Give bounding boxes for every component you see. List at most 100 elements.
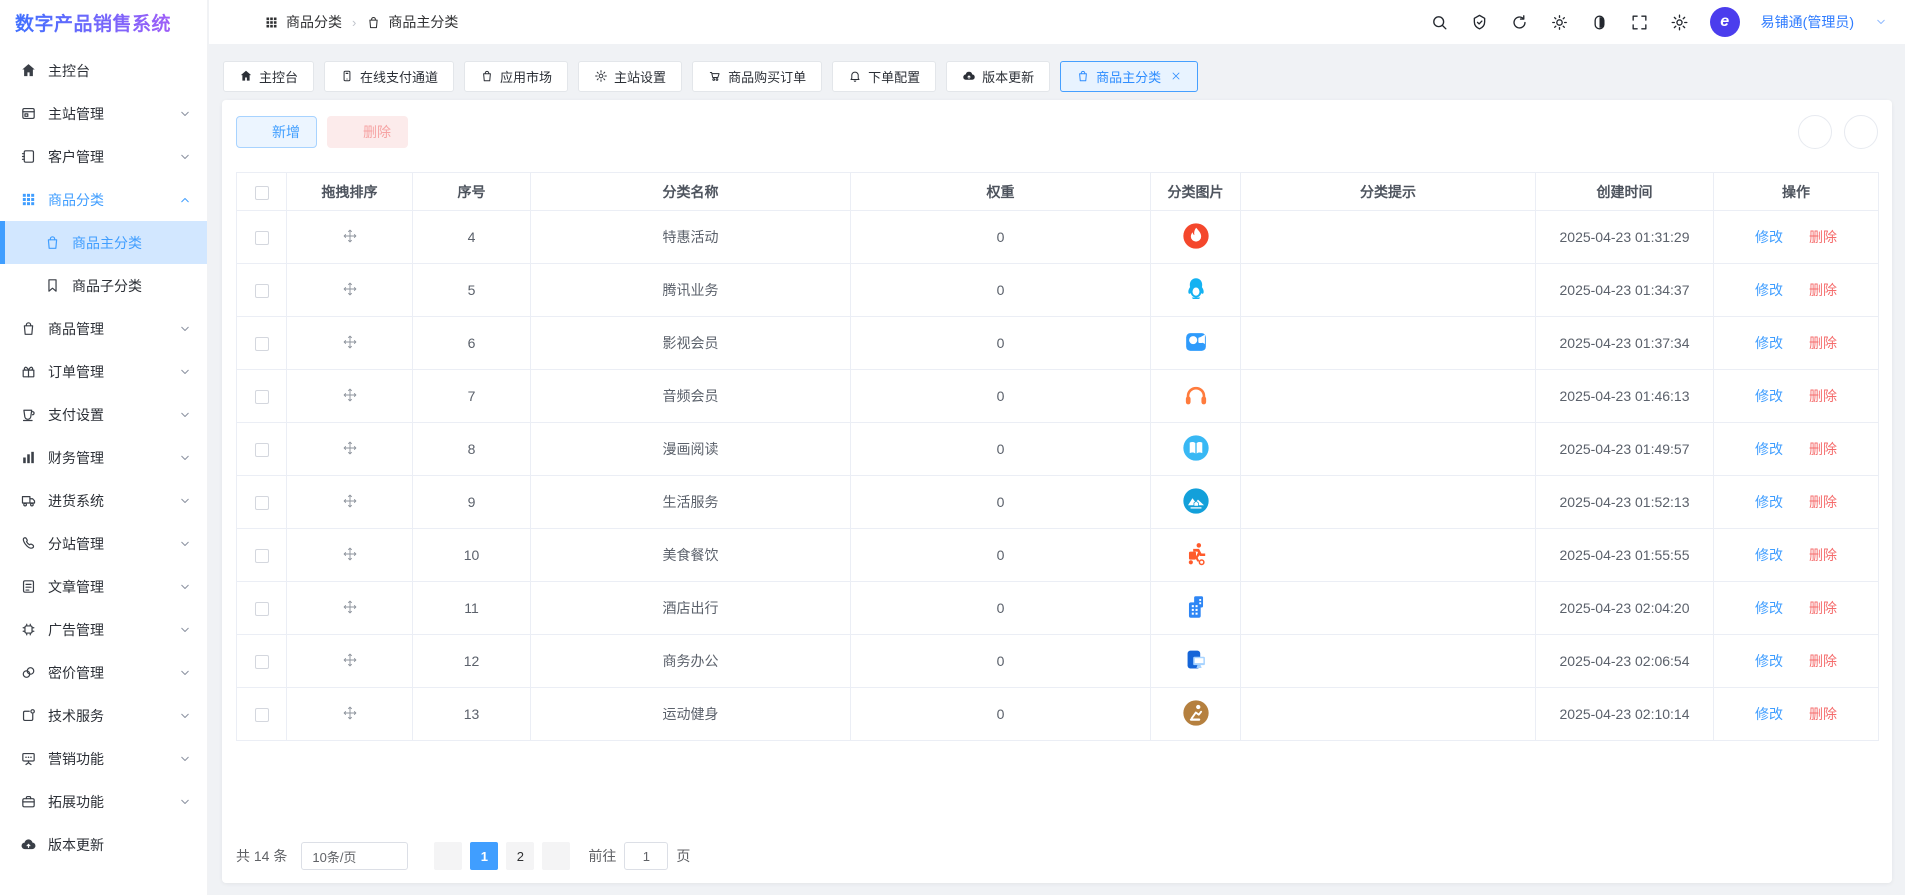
- sidebar-item-版本更新[interactable]: 版本更新: [0, 823, 207, 866]
- sidebar-item-密价管理[interactable]: 密价管理: [0, 651, 207, 694]
- toolbar: 新增 删除: [236, 115, 1878, 149]
- edit-link[interactable]: 修改: [1755, 229, 1783, 245]
- delete-link[interactable]: 删除: [1809, 388, 1837, 404]
- delete-link[interactable]: 删除: [1809, 653, 1837, 669]
- sidebar-item-文章管理[interactable]: 文章管理: [0, 565, 207, 608]
- delete-button[interactable]: 删除: [327, 116, 408, 148]
- tab-商品购买订单[interactable]: 商品购买订单: [692, 60, 823, 92]
- move-icon[interactable]: [342, 705, 358, 721]
- sidebar-subitem-商品主分类[interactable]: 商品主分类: [0, 221, 207, 264]
- sidebar-item-客户管理[interactable]: 客户管理: [0, 135, 207, 178]
- delete-link[interactable]: 删除: [1809, 229, 1837, 245]
- edit-link[interactable]: 修改: [1755, 494, 1783, 510]
- move-icon[interactable]: [342, 334, 358, 350]
- edit-link[interactable]: 修改: [1755, 653, 1783, 669]
- move-icon[interactable]: [342, 387, 358, 403]
- next-page-button[interactable]: [542, 842, 571, 870]
- cloud-icon: [962, 69, 976, 83]
- row-checkbox[interactable]: [254, 231, 269, 246]
- table-refresh-button[interactable]: [1844, 115, 1878, 149]
- row-weight: 0: [850, 210, 1151, 264]
- row-checkbox[interactable]: [254, 390, 269, 405]
- tab-label: 商品购买订单: [728, 69, 807, 85]
- edit-link[interactable]: 修改: [1755, 600, 1783, 616]
- sidebar-item-财务管理[interactable]: 财务管理: [0, 436, 207, 479]
- row-checkbox[interactable]: [254, 655, 269, 670]
- tab-版本更新[interactable]: 版本更新: [946, 60, 1051, 92]
- move-icon[interactable]: [342, 599, 358, 615]
- fullscreen-icon[interactable]: [1630, 13, 1649, 32]
- home-icon: [239, 69, 253, 83]
- prev-page-button[interactable]: [434, 842, 463, 870]
- theme-toggle-icon[interactable]: [1590, 13, 1609, 32]
- page-size-select[interactable]: 10条/页: [301, 842, 409, 870]
- sidebar-item-主站管理[interactable]: 主站管理: [0, 92, 207, 135]
- sidebar-item-订单管理[interactable]: 订单管理: [0, 350, 207, 393]
- page-button-2[interactable]: 2: [506, 842, 535, 870]
- move-icon[interactable]: [342, 652, 358, 668]
- refresh-icon[interactable]: [1510, 13, 1529, 32]
- tab-商品主分类[interactable]: 商品主分类: [1060, 60, 1199, 92]
- close-icon[interactable]: [1170, 70, 1182, 82]
- row-checkbox[interactable]: [254, 337, 269, 352]
- sidebar-item-label: 主站管理: [48, 105, 104, 122]
- tab-下单配置[interactable]: 下单配置: [832, 60, 937, 92]
- delete-link[interactable]: 删除: [1809, 335, 1837, 351]
- sidebar-item-广告管理[interactable]: 广告管理: [0, 608, 207, 651]
- table-row: 11 酒店出行 0 2025-04-23 02:04:20 修改 删除: [236, 581, 1879, 635]
- user-name[interactable]: 易铺通(管理员): [1761, 12, 1854, 32]
- table-search-button[interactable]: [1798, 115, 1832, 149]
- sidebar-item-主控台[interactable]: 主控台: [0, 49, 207, 92]
- sidebar-subitem-商品子分类[interactable]: 商品子分类: [0, 264, 207, 307]
- goto-page-input[interactable]: [624, 842, 669, 870]
- sun-icon[interactable]: [1550, 13, 1569, 32]
- breadcrumb-item[interactable]: 商品分类: [286, 12, 342, 32]
- sidebar-item-支付设置[interactable]: 支付设置: [0, 393, 207, 436]
- sidebar-item-拓展功能[interactable]: 拓展功能: [0, 780, 207, 823]
- sidebar-item-技术服务[interactable]: 技术服务: [0, 694, 207, 737]
- sidebar-item-分站管理[interactable]: 分站管理: [0, 522, 207, 565]
- tab-主站设置[interactable]: 主站设置: [578, 60, 683, 92]
- row-checkbox[interactable]: [254, 708, 269, 723]
- select-all-checkbox[interactable]: [254, 185, 269, 200]
- move-icon[interactable]: [342, 493, 358, 509]
- delete-link[interactable]: 删除: [1809, 547, 1837, 563]
- move-icon[interactable]: [342, 228, 358, 244]
- tab-应用市场[interactable]: 应用市场: [464, 60, 569, 92]
- search-icon[interactable]: [1430, 13, 1449, 32]
- edit-link[interactable]: 修改: [1755, 441, 1783, 457]
- row-seq: 4: [412, 210, 531, 264]
- edit-link[interactable]: 修改: [1755, 388, 1783, 404]
- sidebar-item-商品管理[interactable]: 商品管理: [0, 307, 207, 350]
- move-icon[interactable]: [342, 440, 358, 456]
- row-checkbox[interactable]: [254, 443, 269, 458]
- delete-link[interactable]: 删除: [1809, 494, 1837, 510]
- edit-link[interactable]: 修改: [1755, 335, 1783, 351]
- sidebar-item-label: 拓展功能: [48, 793, 104, 810]
- sidebar-item-商品分类[interactable]: 商品分类: [0, 178, 207, 221]
- delete-link[interactable]: 删除: [1809, 282, 1837, 298]
- tab-主控台[interactable]: 主控台: [223, 60, 315, 92]
- tab-在线支付通道[interactable]: 在线支付通道: [324, 60, 455, 92]
- sidebar-item-进货系统[interactable]: 进货系统: [0, 479, 207, 522]
- delete-link[interactable]: 删除: [1809, 441, 1837, 457]
- move-icon[interactable]: [342, 281, 358, 297]
- delete-link[interactable]: 删除: [1809, 600, 1837, 616]
- badge-icon[interactable]: [1470, 13, 1489, 32]
- collapse-sidebar-icon[interactable]: [227, 13, 246, 32]
- page-button-1[interactable]: 1: [470, 842, 499, 870]
- row-checkbox[interactable]: [254, 284, 269, 299]
- row-checkbox[interactable]: [254, 496, 269, 511]
- add-button[interactable]: 新增: [236, 116, 317, 148]
- row-checkbox[interactable]: [254, 602, 269, 617]
- sidebar-item-营销功能[interactable]: 营销功能: [0, 737, 207, 780]
- edit-link[interactable]: 修改: [1755, 547, 1783, 563]
- delete-link[interactable]: 删除: [1809, 706, 1837, 722]
- row-checkbox[interactable]: [254, 549, 269, 564]
- move-icon[interactable]: [342, 546, 358, 562]
- gear-icon[interactable]: [1670, 13, 1689, 32]
- edit-link[interactable]: 修改: [1755, 706, 1783, 722]
- edit-link[interactable]: 修改: [1755, 282, 1783, 298]
- breadcrumb-item[interactable]: 商品主分类: [388, 12, 458, 32]
- avatar[interactable]: e: [1709, 7, 1740, 37]
